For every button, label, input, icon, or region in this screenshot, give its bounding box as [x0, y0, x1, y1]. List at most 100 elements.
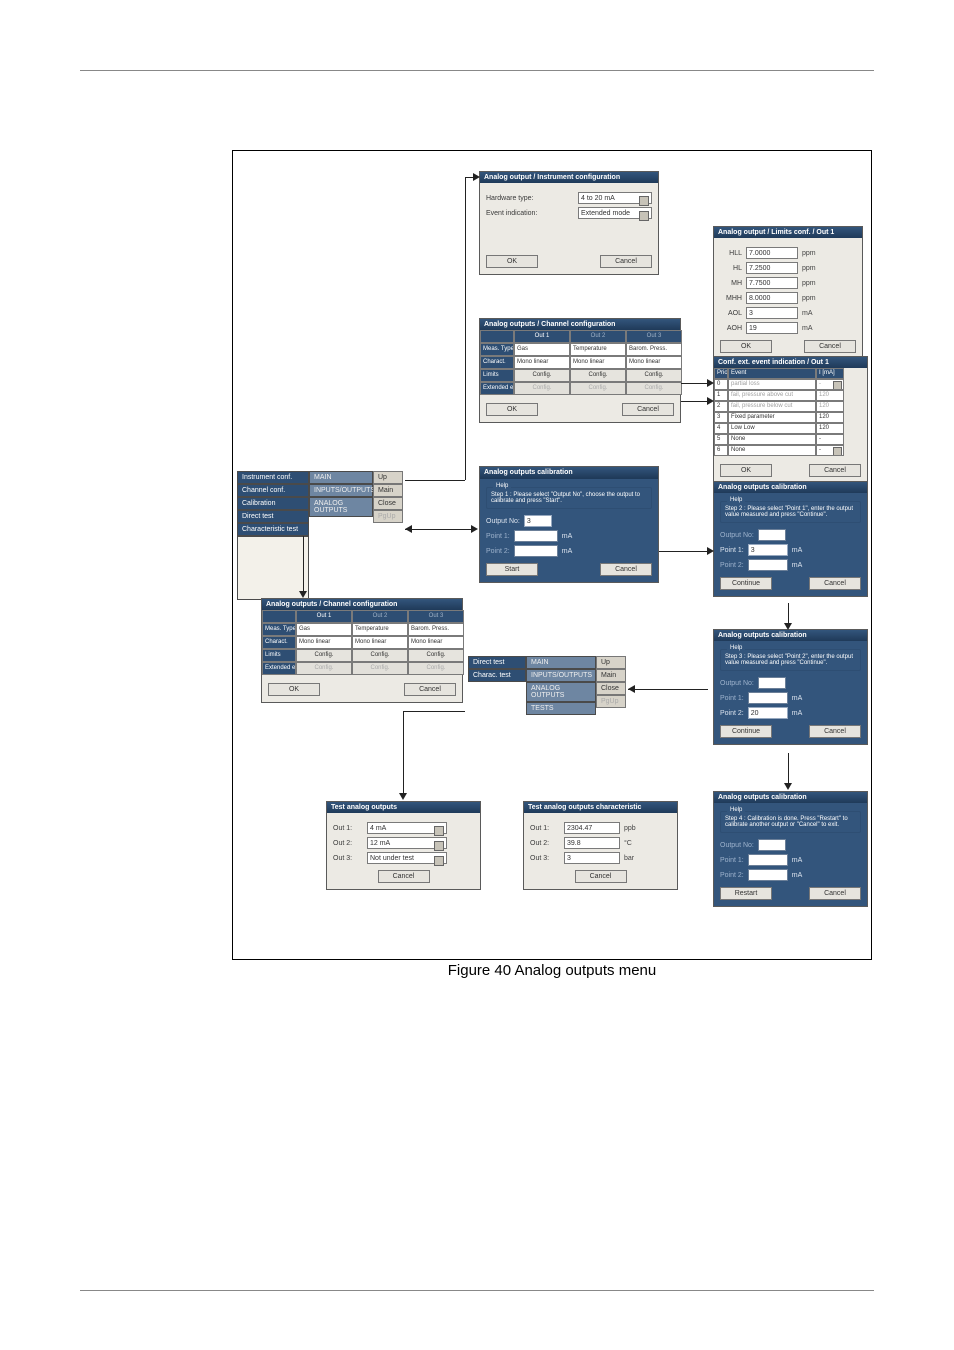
- nav-main[interactable]: Main: [373, 484, 403, 497]
- blank: [262, 610, 296, 623]
- tab[interactable]: Out 1: [514, 330, 570, 343]
- cancel-button[interactable]: Cancel: [600, 255, 652, 268]
- cell-value[interactable]: Mono linear: [296, 636, 352, 649]
- config-button[interactable]: Config.: [296, 649, 352, 662]
- p1-label: Point 1:: [720, 547, 744, 554]
- evt-name[interactable]: Low Low: [728, 423, 816, 434]
- limit-value[interactable]: 3: [746, 307, 798, 319]
- out-value[interactable]: 2304.47: [564, 822, 620, 834]
- start-button[interactable]: Start: [486, 563, 538, 576]
- cancel-button[interactable]: Cancel: [809, 887, 861, 900]
- evt-current[interactable]: 120: [816, 390, 844, 401]
- cancel-button[interactable]: Cancel: [809, 464, 861, 477]
- cell-value[interactable]: Gas: [296, 623, 352, 636]
- cancel-button[interactable]: Cancel: [622, 403, 674, 416]
- restart-button[interactable]: Restart: [720, 887, 772, 900]
- limit-value[interactable]: 7.7500: [746, 277, 798, 289]
- evt-current[interactable]: 120: [816, 412, 844, 423]
- cell-value[interactable]: Mono linear: [408, 636, 464, 649]
- limit-value[interactable]: 19: [746, 322, 798, 334]
- out-value[interactable]: 3: [564, 852, 620, 864]
- nav-up[interactable]: Up: [373, 471, 403, 484]
- ok-button[interactable]: OK: [486, 403, 538, 416]
- continue-button[interactable]: Continue: [720, 577, 772, 590]
- nav-calibration[interactable]: Calibration: [237, 497, 309, 510]
- evt-name[interactable]: Fixed parameter: [728, 412, 816, 423]
- cell-value[interactable]: Gas: [514, 343, 570, 356]
- nav-direct-test[interactable]: Direct test: [237, 510, 309, 523]
- evt-value[interactable]: Extended mode: [578, 207, 652, 219]
- rule-bottom: [80, 1290, 874, 1291]
- nav-direct-test[interactable]: Direct test: [468, 656, 526, 669]
- nav-pgup: PgUp: [373, 510, 403, 523]
- evt-current[interactable]: -: [816, 445, 844, 456]
- limit-value[interactable]: 7.0000: [746, 247, 798, 259]
- nav-close[interactable]: Close: [596, 682, 626, 695]
- cell-value[interactable]: Temperature: [570, 343, 626, 356]
- hw-value[interactable]: 4 to 20 mA: [578, 192, 652, 204]
- tab[interactable]: Out 3: [408, 610, 464, 623]
- cancel-button[interactable]: Cancel: [378, 870, 430, 883]
- arrow: [681, 401, 707, 402]
- p1-value[interactable]: 3: [748, 544, 788, 556]
- out-value[interactable]: 3: [524, 515, 552, 527]
- arrow-head: [471, 525, 478, 533]
- nav-main[interactable]: Main: [596, 669, 626, 682]
- config-button[interactable]: Config.: [408, 649, 464, 662]
- out-value[interactable]: 4 mA: [367, 822, 447, 834]
- evt-name[interactable]: fail, pressure below cut: [728, 401, 816, 412]
- ok-button[interactable]: OK: [720, 464, 772, 477]
- cell-value[interactable]: Mono linear: [352, 636, 408, 649]
- arrow: [405, 480, 465, 481]
- limit-value[interactable]: 8.0000: [746, 292, 798, 304]
- evt-name[interactable]: None: [728, 445, 816, 456]
- out-value[interactable]: 12 mA: [367, 837, 447, 849]
- nav-char-test[interactable]: Characteristic test: [237, 523, 309, 536]
- evt-name[interactable]: None: [728, 434, 816, 445]
- evt-current[interactable]: 120: [816, 401, 844, 412]
- tab[interactable]: Out 2: [352, 610, 408, 623]
- evt-current[interactable]: 120: [816, 423, 844, 434]
- out-value[interactable]: 39.8: [564, 837, 620, 849]
- nav-char-test[interactable]: Charac. test: [468, 669, 526, 682]
- config-button[interactable]: Config.: [352, 649, 408, 662]
- row-label: Meas. Type: [262, 623, 296, 636]
- cancel-button[interactable]: Cancel: [575, 870, 627, 883]
- cell-value[interactable]: Barom. Press.: [408, 623, 464, 636]
- cancel-button[interactable]: Cancel: [809, 577, 861, 590]
- panel-calib-step2: Analog outputs calibration Help Step 2 :…: [713, 481, 868, 597]
- config-button[interactable]: Config.: [626, 369, 682, 382]
- ok-button[interactable]: OK: [720, 340, 772, 353]
- cell-value[interactable]: Mono linear: [626, 356, 682, 369]
- tab[interactable]: Out 1: [296, 610, 352, 623]
- tab[interactable]: Out 3: [626, 330, 682, 343]
- cancel-button[interactable]: Cancel: [404, 683, 456, 696]
- ok-button[interactable]: OK: [268, 683, 320, 696]
- p2-value: [514, 545, 558, 557]
- evt-name[interactable]: fail, pressure above cut: [728, 390, 816, 401]
- p2-value[interactable]: 20: [748, 707, 788, 719]
- nav-close[interactable]: Close: [373, 497, 403, 510]
- evt-current[interactable]: -: [816, 379, 844, 390]
- continue-button[interactable]: Continue: [720, 725, 772, 738]
- cancel-button[interactable]: Cancel: [809, 725, 861, 738]
- panel-calib-step3: Analog outputs calibration Help Step 3 :…: [713, 629, 868, 745]
- cancel-button[interactable]: Cancel: [804, 340, 856, 353]
- cell-value[interactable]: Barom. Press.: [626, 343, 682, 356]
- tab[interactable]: Out 2: [570, 330, 626, 343]
- config-button[interactable]: Config.: [570, 369, 626, 382]
- nav-instr-conf[interactable]: Instrument conf.: [237, 471, 309, 484]
- cell-value[interactable]: Mono linear: [570, 356, 626, 369]
- cancel-button[interactable]: Cancel: [600, 563, 652, 576]
- cell-value[interactable]: Mono linear: [514, 356, 570, 369]
- config-button[interactable]: Config.: [514, 369, 570, 382]
- p2-unit: mA: [562, 548, 573, 555]
- evt-name[interactable]: partial loss: [728, 379, 816, 390]
- out-value[interactable]: Not under test: [367, 852, 447, 864]
- limit-value[interactable]: 7.2500: [746, 262, 798, 274]
- ok-button[interactable]: OK: [486, 255, 538, 268]
- cell-value[interactable]: Temperature: [352, 623, 408, 636]
- evt-current[interactable]: -: [816, 434, 844, 445]
- nav-channel-conf[interactable]: Channel conf.: [237, 484, 309, 497]
- nav-up[interactable]: Up: [596, 656, 626, 669]
